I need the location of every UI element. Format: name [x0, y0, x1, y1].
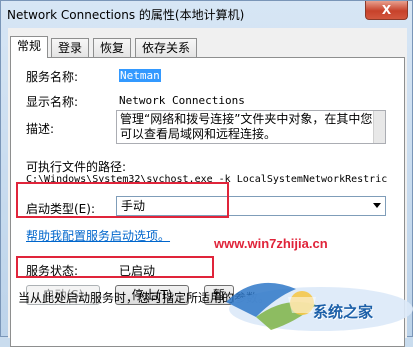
service-name-label: 服务名称:	[26, 70, 79, 84]
tab-dependencies[interactable]: 依存关系	[135, 38, 198, 57]
chevron-down-icon	[373, 203, 381, 208]
tab-recovery[interactable]: 恢复	[93, 38, 132, 57]
watermark-url: www.win7zhijia.cn	[214, 236, 328, 251]
tab-general[interactable]: 常规	[10, 36, 49, 58]
service-status-highlight	[16, 256, 214, 278]
display-name-value[interactable]: Network Connections	[119, 94, 245, 107]
service-name-text: Netman	[119, 69, 161, 82]
close-button[interactable]: X	[365, 1, 408, 20]
description-textbox[interactable]: 管理“网络和拨号连接”文件夹中对象，在其中您可以查看局域网和远程连接。	[116, 110, 386, 144]
startup-help-link[interactable]: 帮助我配置服务启动选项。	[26, 227, 170, 244]
tab-logon[interactable]: 登录	[51, 38, 90, 57]
description-scrollbar[interactable]	[373, 111, 385, 143]
logo-text: 系统之家	[313, 304, 374, 321]
startup-type-highlight	[16, 182, 229, 218]
exe-path-label: 可执行文件的路径:	[26, 160, 127, 174]
properties-window: Network Connections 的属性(本地计算机) X 常规 登录 恢…	[0, 0, 413, 347]
description-text: 管理“网络和拨号连接”文件夹中对象，在其中您可以查看局域网和远程连接。	[120, 112, 373, 141]
description-label: 描述:	[26, 122, 55, 136]
service-name-value[interactable]: Netman	[119, 69, 161, 82]
window-title: Network Connections 的属性(本地计算机)	[7, 8, 245, 22]
display-name-label: 显示名称:	[26, 95, 79, 109]
